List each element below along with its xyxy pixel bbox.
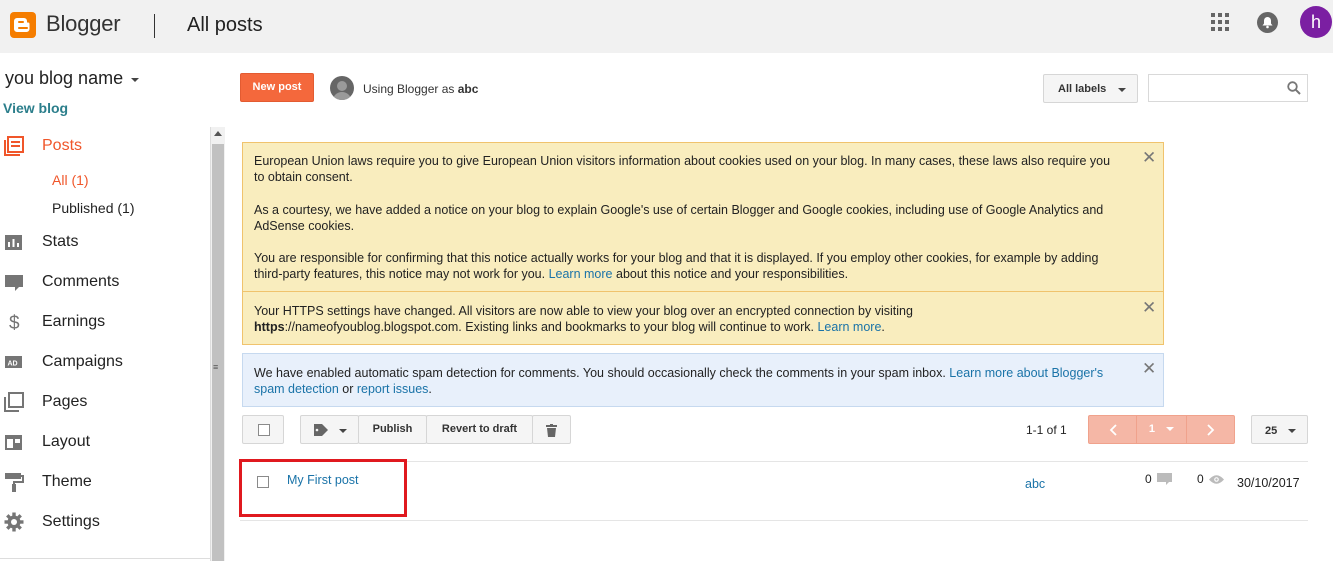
apps-grid-icon[interactable] [1211, 13, 1229, 31]
sidebar-item-pages[interactable]: Pages [0, 387, 200, 417]
sidebar-scrollbar[interactable]: ≡ [210, 127, 225, 561]
svg-text:$: $ [9, 313, 20, 332]
brand-name[interactable]: Blogger [46, 11, 121, 37]
sidebar-item-campaigns[interactable]: AD Campaigns [0, 347, 200, 377]
stats-icon [5, 235, 22, 250]
report-issues-link[interactable]: report issues [357, 382, 429, 396]
search-input[interactable] [1148, 74, 1308, 102]
chevron-down-icon [1166, 427, 1175, 432]
blogger-logo-icon[interactable] [10, 12, 36, 38]
svg-text:AD: AD [8, 361, 18, 368]
sidebar-item-label: Pages [42, 393, 88, 410]
gear-icon [4, 512, 24, 532]
label-dropdown-button[interactable] [300, 415, 359, 444]
signed-in-as-text: Using Blogger as abc [363, 82, 479, 96]
sidebar-item-posts[interactable]: Posts [0, 131, 200, 161]
post-date: 30/10/2017 [1237, 476, 1300, 490]
publish-button[interactable]: Publish [358, 415, 427, 444]
sidebar-item-stats[interactable]: Stats [0, 227, 200, 257]
label-tag-icon [314, 424, 328, 436]
pagination-control[interactable]: 1 [1088, 415, 1235, 444]
next-page-button[interactable] [1187, 416, 1234, 443]
chevron-down-icon [339, 429, 347, 433]
sidebar-item-comments[interactable]: Comments [0, 267, 200, 297]
view-count: 0 [1197, 472, 1204, 486]
top-bar: Blogger All posts h [0, 0, 1333, 53]
page-select[interactable]: 1 [1137, 416, 1187, 443]
sidebar-divider [0, 558, 210, 559]
close-icon[interactable]: ✕ [1142, 360, 1156, 377]
cookie-notice-text-2: As a courtesy, we have added a notice on… [254, 203, 1104, 233]
post-author-link[interactable]: abc [1025, 477, 1045, 491]
scrollbar-thumb[interactable] [212, 144, 224, 561]
comment-bubble-icon [1157, 473, 1172, 485]
account-avatar[interactable]: h [1300, 6, 1332, 38]
select-all-checkbox-button[interactable] [242, 415, 284, 444]
new-post-button[interactable]: New post [240, 73, 314, 102]
user-avatar [330, 76, 354, 100]
prev-page-button[interactable] [1089, 416, 1137, 443]
cookie-notice-text-3: You are responsible for confirming that … [254, 251, 1099, 281]
view-blog-link[interactable]: View blog [3, 100, 68, 116]
https-learn-more-link[interactable]: Learn more [817, 320, 881, 334]
scroll-up-arrow-icon[interactable] [214, 131, 222, 136]
chevron-down-icon [1118, 88, 1126, 92]
ad-icon: AD [5, 356, 22, 368]
spam-notice-text: We have enabled automatic spam detection… [254, 366, 1104, 396]
signed-in-username: abc [457, 82, 479, 96]
cookie-notice-text-1: European Union laws require you to give … [254, 154, 1111, 184]
pages-icon [4, 392, 24, 412]
posts-icon [4, 136, 24, 156]
header-divider [154, 14, 155, 38]
current-page: 1 [1148, 423, 1156, 435]
sidebar-subitem-all[interactable]: All (1) [52, 172, 89, 188]
list-divider [240, 520, 1308, 521]
comment-count: 0 [1145, 472, 1152, 486]
sidebar-item-label: Settings [42, 513, 100, 530]
blog-name-selector[interactable]: you blog name [5, 68, 123, 89]
sidebar-item-label: Posts [42, 137, 83, 154]
posts-per-page-dropdown[interactable]: 25 [1251, 415, 1308, 444]
annotation-highlight-box [239, 459, 407, 517]
layout-icon [5, 435, 22, 450]
dollar-icon: $ [9, 313, 20, 332]
spam-detection-notice: We have enabled automatic spam detection… [242, 353, 1164, 407]
delete-button[interactable] [532, 415, 571, 444]
scroll-grip-icon: ≡ [213, 362, 219, 372]
chevron-left-icon [1109, 424, 1117, 436]
https-notice-text: Your HTTPS settings have changed. All vi… [254, 304, 913, 334]
comments-icon [5, 275, 23, 291]
chevron-down-icon[interactable] [131, 78, 139, 82]
sidebar-item-label: Stats [42, 233, 79, 250]
sidebar-item-earnings[interactable]: $ Earnings [0, 307, 200, 337]
close-icon[interactable]: ✕ [1142, 149, 1156, 166]
pagination-range: 1-1 of 1 [1026, 423, 1067, 437]
sidebar-item-settings[interactable]: Settings [0, 507, 200, 537]
chevron-down-icon [1288, 429, 1296, 433]
sidebar-item-layout[interactable]: Layout [0, 427, 200, 457]
sidebar-subitem-published[interactable]: Published (1) [52, 200, 135, 216]
close-icon[interactable]: ✕ [1142, 299, 1156, 316]
search-icon[interactable] [1287, 81, 1301, 95]
chevron-right-icon [1206, 424, 1214, 436]
select-all-checkbox[interactable] [258, 424, 270, 436]
sidebar-item-theme[interactable]: Theme [0, 467, 200, 497]
cookie-notice: European Union laws require you to give … [242, 142, 1164, 292]
all-labels-dropdown[interactable]: All labels [1043, 74, 1138, 103]
notifications-bell-icon[interactable] [1257, 12, 1278, 33]
cookie-learn-more-link[interactable]: Learn more [549, 267, 613, 281]
https-notice: Your HTTPS settings have changed. All vi… [242, 291, 1164, 345]
revert-to-draft-button[interactable]: Revert to draft [426, 415, 533, 444]
eye-icon [1209, 475, 1224, 484]
sidebar-item-label: Theme [42, 473, 92, 490]
sidebar-item-label: Campaigns [42, 353, 123, 370]
page-title: All posts [187, 14, 263, 36]
sidebar-item-label: Layout [42, 433, 91, 450]
paint-roller-icon [5, 473, 24, 492]
sidebar-item-label: Comments [42, 273, 120, 290]
trash-icon [546, 424, 557, 437]
sidebar-item-label: Earnings [42, 313, 106, 330]
